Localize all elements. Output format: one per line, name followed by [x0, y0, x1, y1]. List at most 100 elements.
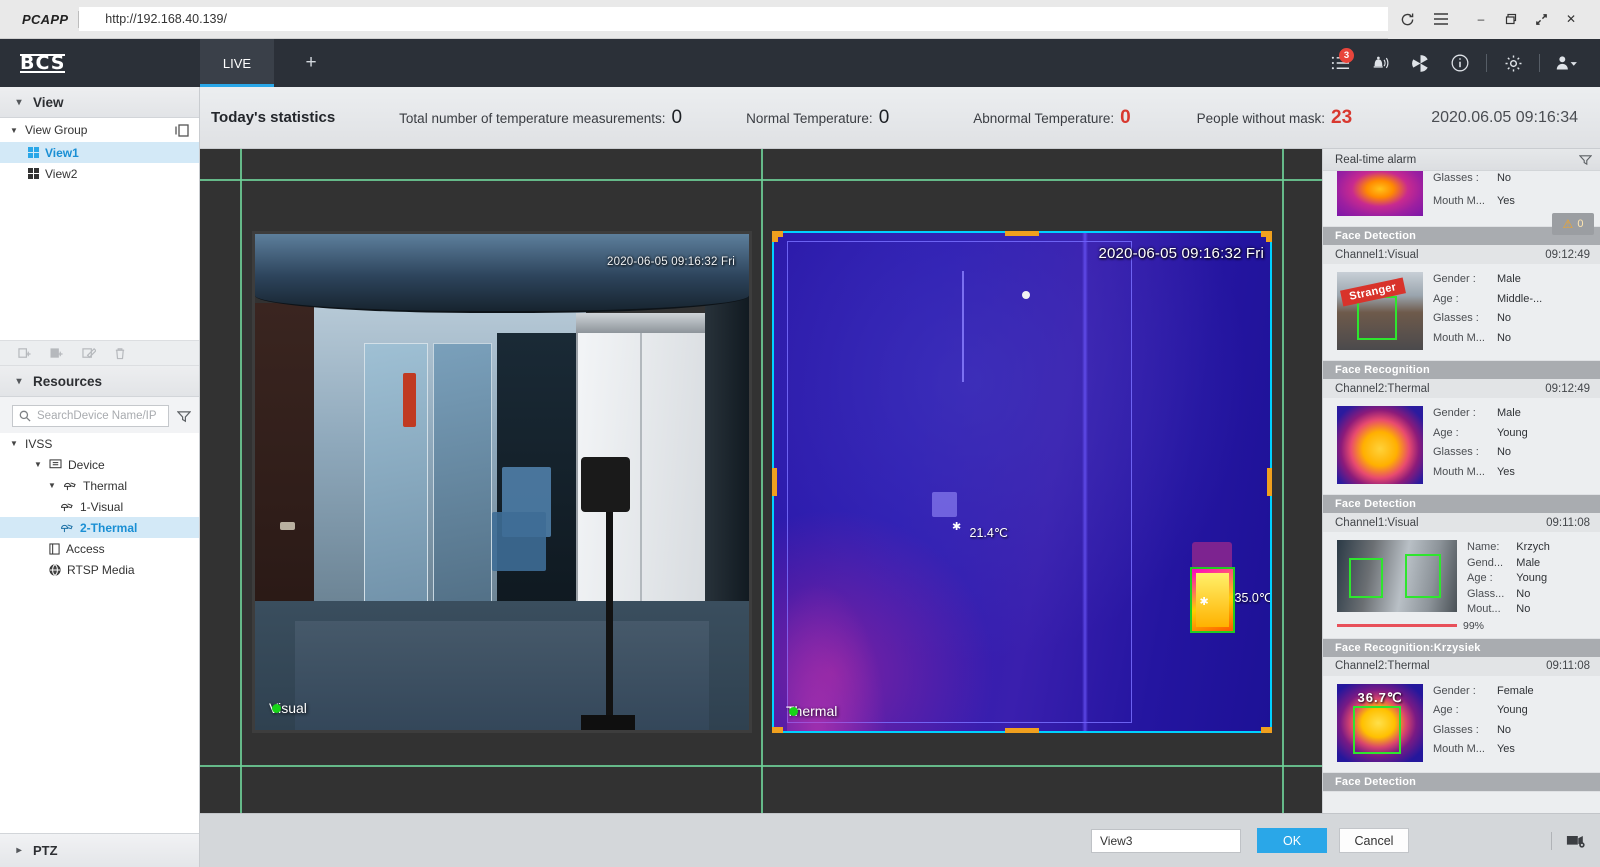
- meta-key: Glasses :: [1433, 312, 1479, 324]
- view-panel-header[interactable]: ▾ View: [0, 87, 199, 118]
- recording-indicator-icon: [789, 707, 798, 716]
- camera-cell-visual[interactable]: 2020-06-05 09:16:32 Fri Visual: [252, 231, 752, 733]
- header-icon-group: 3: [1320, 39, 1600, 87]
- meta-key: Age :: [1433, 292, 1459, 305]
- alarm-count-badge[interactable]: ⚠ 0: [1552, 213, 1594, 235]
- meta-value: No: [1516, 587, 1531, 600]
- tree-item-rtsp-media[interactable]: RTSP Media: [0, 559, 199, 580]
- view-item-view2[interactable]: View2: [0, 163, 1600, 867]
- alarm-channel: Channel2:Thermal: [1335, 660, 1430, 672]
- alarm-time: 09:11:08: [1546, 660, 1590, 672]
- alarm-card[interactable]: Face Detection Channel1:Visual 09:12:49 …: [1323, 227, 1600, 361]
- refresh-icon[interactable]: [1398, 10, 1416, 28]
- meta-value: No: [1496, 172, 1512, 184]
- stat-label: Abnormal Temperature:: [973, 110, 1115, 126]
- resize-handle-br[interactable]: [1261, 727, 1272, 733]
- camera-settings-icon[interactable]: [1566, 833, 1586, 849]
- view-name-input[interactable]: [1091, 828, 1241, 853]
- resize-handle-bl[interactable]: [772, 727, 783, 733]
- left-sidebar: ▾ View View Group View1 Vi: [0, 87, 1600, 867]
- info-icon[interactable]: [1440, 39, 1480, 87]
- resources-panel-title: Resources: [33, 373, 103, 389]
- recording-indicator-icon: [272, 704, 281, 713]
- alarm-card-title: Face Detection: [1323, 495, 1600, 513]
- resize-handle-right[interactable]: [1267, 468, 1272, 496]
- close-button[interactable]: ✕: [1556, 6, 1586, 32]
- meta-value: Male: [1516, 556, 1541, 569]
- ok-button[interactable]: OK: [1257, 828, 1327, 853]
- chevron-down-icon[interactable]: [10, 439, 19, 448]
- meta-value: No: [1496, 446, 1512, 458]
- cancel-button[interactable]: Cancel: [1339, 828, 1409, 853]
- resources-panel-header[interactable]: ▾ Resources: [0, 366, 199, 397]
- alarm-panel-header: Real-time alarm: [1323, 149, 1600, 171]
- view-group-label: View Group: [25, 123, 88, 137]
- alarm-thumbnail[interactable]: [1337, 171, 1423, 216]
- alarm-card[interactable]: Face Detection Channel1:Visual 09:11:08 …: [1323, 495, 1600, 639]
- video-grid: 2020-06-05 09:16:32 Fri Visual ✱ 35.0℃ ✱…: [200, 149, 1322, 813]
- hamburger-menu-icon[interactable]: [1432, 10, 1450, 28]
- restore-button[interactable]: [1496, 6, 1526, 32]
- tree-item-access[interactable]: Access: [0, 538, 199, 559]
- layout-panel-icon[interactable]: [175, 123, 189, 137]
- alarm-card-partial[interactable]: Glasses : No Mouth M... Yes ⚠ 0: [1323, 171, 1600, 235]
- camera-cell-thermal[interactable]: ✱ 35.0℃ ✱ 21.4℃ 2020-06-05 09:16:32 Fri …: [772, 231, 1272, 733]
- globe-icon: [49, 563, 61, 576]
- minimize-button[interactable]: –: [1466, 6, 1496, 32]
- tree-item-2-thermal[interactable]: 2-Thermal: [0, 517, 199, 538]
- filter-icon[interactable]: [177, 410, 191, 423]
- user-icon[interactable]: [1546, 39, 1586, 87]
- title-bar-icons: – ✕: [1388, 0, 1600, 39]
- address-bar[interactable]: http://192.168.40.139/: [79, 7, 1388, 31]
- view-group-row[interactable]: View Group: [0, 118, 199, 142]
- search-box[interactable]: [12, 405, 169, 427]
- tree-item-label: Access: [66, 541, 105, 556]
- tree-item-device[interactable]: Device: [0, 454, 199, 475]
- chevron-down-icon[interactable]: [10, 126, 19, 135]
- filter-icon[interactable]: [1579, 154, 1592, 166]
- alarm-card-list[interactable]: Glasses : No Mouth M... Yes ⚠ 0 Face Det…: [1323, 171, 1600, 813]
- list-icon[interactable]: 3: [1320, 39, 1360, 87]
- alarm-count: 0: [1577, 218, 1584, 230]
- alarm-card-title: Face Detection: [1323, 772, 1600, 791]
- alarm-card[interactable]: Face Recognition Channel2:Thermal 09:12:…: [1323, 361, 1600, 495]
- meta-key: Glass...: [1467, 587, 1505, 600]
- tab-add-button[interactable]: +: [274, 39, 348, 87]
- resize-handle-bottom[interactable]: [1005, 728, 1039, 733]
- resize-handle-left[interactable]: [772, 468, 777, 496]
- view-item-label: View2: [45, 166, 78, 181]
- tree-item-thermal-group[interactable]: Thermal: [0, 475, 199, 496]
- tree-item-1-visual[interactable]: 1-Visual: [0, 496, 199, 517]
- add-view-icon[interactable]: [18, 347, 32, 360]
- alarm-bell-icon[interactable]: [1360, 39, 1400, 87]
- view-item-view1[interactable]: View1: [0, 142, 1600, 867]
- meta-value: No: [1496, 312, 1512, 324]
- tab-live[interactable]: LIVE: [200, 39, 274, 87]
- chevron-down-icon[interactable]: [48, 481, 57, 490]
- alarm-thumbnail-comparison[interactable]: [1337, 540, 1457, 612]
- alarm-card[interactable]: Face Recognition:Krzysiek Channel2:Therm…: [1323, 638, 1600, 773]
- pinwheel-icon[interactable]: [1400, 39, 1440, 87]
- chevron-down-icon[interactable]: [34, 460, 43, 469]
- resize-handle-tl2[interactable]: [772, 231, 778, 242]
- resize-handle-top[interactable]: [1005, 231, 1039, 236]
- resize-handle-tr2[interactable]: [1266, 231, 1272, 242]
- resource-search-row: [0, 397, 199, 433]
- alarm-card[interactable]: Face Detection: [1323, 772, 1600, 792]
- alarm-thumbnail[interactable]: Stranger: [1337, 272, 1423, 350]
- tree-item-ivss[interactable]: IVSS: [0, 433, 199, 454]
- gear-icon[interactable]: [1493, 39, 1533, 87]
- edit-icon[interactable]: [82, 347, 96, 360]
- expand-button[interactable]: [1526, 6, 1556, 32]
- alarm-thumbnail[interactable]: 36.7℃: [1337, 683, 1423, 762]
- tree-item-label: IVSS: [25, 436, 53, 451]
- ptz-panel-header[interactable]: ▸ PTZ: [0, 833, 199, 867]
- visual-timestamp: 2020-06-05 09:16:32 Fri: [607, 256, 735, 268]
- stat-value: 0: [1120, 106, 1131, 128]
- grid-layout-icon: [28, 168, 39, 179]
- meta-value: Young: [1516, 572, 1548, 584]
- alarm-thumbnail[interactable]: [1337, 406, 1423, 484]
- delete-icon[interactable]: [114, 347, 126, 360]
- add-group-icon[interactable]: [50, 347, 64, 360]
- search-input[interactable]: [37, 410, 162, 422]
